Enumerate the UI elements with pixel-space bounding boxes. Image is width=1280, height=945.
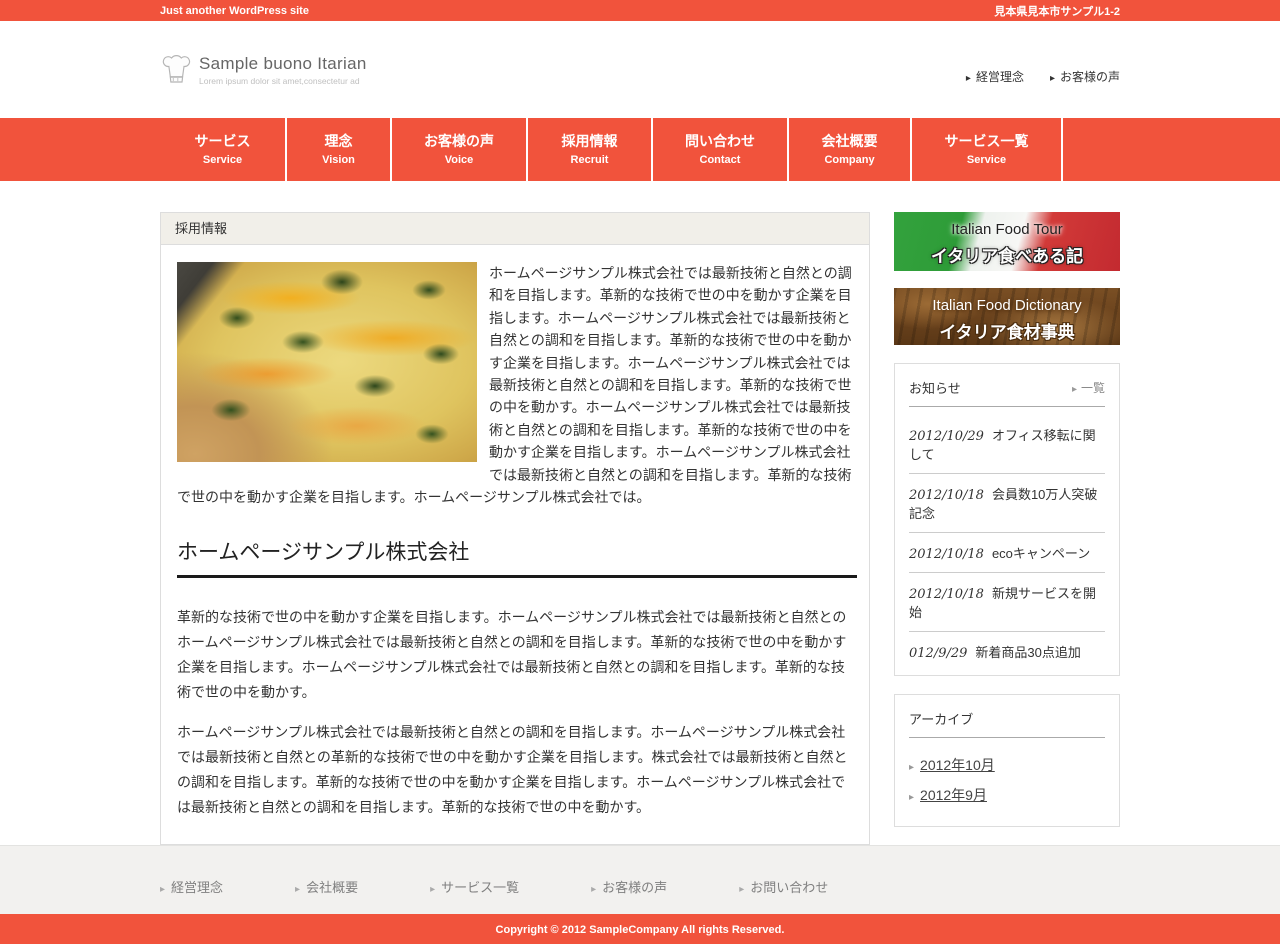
- nav-item-vision[interactable]: 理念 Vision: [287, 118, 392, 181]
- nav-item-recruit[interactable]: 採用情報 Recruit: [528, 118, 653, 181]
- nav-label-jp: お客様の声: [392, 131, 526, 151]
- news-text: ecoキャンペーン: [992, 546, 1090, 561]
- nav-label-en: Contact: [653, 154, 787, 166]
- banner-italian-food-dictionary[interactable]: Italian Food Dictionary イタリア食材事典: [894, 288, 1120, 345]
- header-link-vision[interactable]: ▸ 経営理念: [966, 68, 1024, 85]
- triangle-right-icon: ▸: [1050, 73, 1055, 84]
- banner-title-en: Italian Food Dictionary: [894, 297, 1120, 314]
- site-tagline: Lorem ipsum dolor sit amet,consectetur a…: [199, 76, 367, 86]
- triangle-right-icon: ▸: [295, 884, 300, 895]
- banner-title-jp: イタリア食材事典: [894, 318, 1120, 343]
- footer-nav: ▸ 経営理念 ▸ 会社概要 ▸ サービス一覧 ▸ お客様の声 ▸ お問い合わせ: [160, 846, 1120, 896]
- footer-link-label: 会社概要: [306, 880, 358, 895]
- footer-link-company[interactable]: ▸ 会社概要: [295, 877, 358, 896]
- news-date: 2012/10/18: [909, 547, 984, 562]
- body-paragraph-1: 革新的な技術で世の中を動かす企業を目指します。ホームページサンプル株式会社では最…: [177, 605, 857, 705]
- archive-title: アーカイブ: [909, 709, 973, 728]
- archive-link-2012-10[interactable]: 2012年10月: [920, 757, 995, 773]
- archive-item: ▸ 2012年9月: [909, 780, 1105, 810]
- news-date: 012/9/29: [909, 646, 967, 661]
- news-title: お知らせ: [909, 378, 961, 397]
- copyright-text: Copyright © 2012 SampleCompany All right…: [496, 924, 785, 936]
- nav-label-en: Service: [160, 154, 285, 166]
- triangle-right-icon: ▸: [1072, 384, 1077, 395]
- site-logo[interactable]: Sample buono Itarian Lorem ipsum dolor s…: [160, 53, 367, 87]
- page-title: 採用情報: [161, 213, 869, 245]
- news-date: 2012/10/18: [909, 488, 984, 503]
- nav-label-jp: 会社概要: [789, 131, 910, 151]
- news-item[interactable]: 2012/10/18会員数10万人突破記念: [909, 474, 1105, 533]
- news-box: お知らせ ▸ 一覧 2012/10/29オフィス移転に関して 2012/10/18…: [894, 363, 1120, 676]
- section-heading: ホームページサンプル株式会社: [177, 536, 857, 578]
- pizza-image: [177, 262, 477, 462]
- footer-link-voice[interactable]: ▸ お客様の声: [591, 877, 667, 896]
- sidebar: Italian Food Tour イタリア食べある記 Italian Food…: [894, 212, 1120, 845]
- nav-label-en: Vision: [287, 154, 390, 166]
- archive-link-2012-09[interactable]: 2012年9月: [920, 787, 987, 803]
- site-title: Sample buono Itarian: [199, 54, 367, 74]
- news-item[interactable]: 2012/10/18新規サービスを開始: [909, 573, 1105, 632]
- nav-label-jp: サービス: [160, 131, 285, 151]
- banner-italian-food-tour[interactable]: Italian Food Tour イタリア食べある記: [894, 212, 1120, 271]
- header-link-label: 経営理念: [976, 70, 1024, 84]
- archive-box: アーカイブ ▸ 2012年10月 ▸ 2012年9月: [894, 694, 1120, 827]
- main-content: 採用情報 ホームページサンプル株式会社では最新技術と自然との調和を目指します。革…: [160, 212, 870, 845]
- header-utility-nav: ▸ 経営理念 ▸ お客様の声: [966, 68, 1120, 85]
- nav-label-jp: サービス一覧: [912, 131, 1061, 151]
- site-footer: ▸ 経営理念 ▸ 会社概要 ▸ サービス一覧 ▸ お客様の声 ▸ お問い合わせ Copyr…: [0, 845, 1280, 944]
- footer-link-vision[interactable]: ▸ 経営理念: [160, 877, 223, 896]
- footer-link-label: お客様の声: [602, 880, 667, 895]
- news-more-label: 一覧: [1081, 381, 1105, 395]
- header-link-label: お客様の声: [1060, 70, 1120, 84]
- triangle-right-icon: ▸: [430, 884, 435, 895]
- triangle-right-icon: ▸: [909, 792, 914, 803]
- main-nav: サービス Service 理念 Vision お客様の声 Voice 採用情報 Recr…: [0, 118, 1280, 181]
- copyright-bar: Copyright © 2012 SampleCompany All right…: [0, 914, 1280, 944]
- news-date: 2012/10/18: [909, 587, 984, 602]
- nav-label-en: Recruit: [528, 154, 651, 166]
- news-item[interactable]: 2012/10/18 ecoキャンペーン: [909, 533, 1105, 573]
- header-link-voice[interactable]: ▸ お客様の声: [1050, 68, 1120, 85]
- footer-link-contact[interactable]: ▸ お問い合わせ: [739, 877, 828, 896]
- banner-title-jp: イタリア食べある記: [894, 242, 1120, 267]
- nav-item-company[interactable]: 会社概要 Company: [789, 118, 912, 181]
- nav-label-en: Service: [912, 154, 1061, 166]
- footer-link-label: お問い合わせ: [750, 880, 828, 895]
- topbar-left-text: Just another WordPress site: [160, 5, 309, 17]
- nav-label-jp: 採用情報: [528, 131, 651, 151]
- body-paragraph-2: ホームページサンプル株式会社では最新技術と自然との調和を目指します。ホームページ…: [177, 720, 857, 820]
- banner-title-en: Italian Food Tour: [894, 221, 1120, 238]
- nav-item-contact[interactable]: 問い合わせ Contact: [653, 118, 789, 181]
- nav-item-voice[interactable]: お客様の声 Voice: [392, 118, 528, 181]
- triangle-right-icon: ▸: [739, 884, 744, 895]
- news-item[interactable]: 012/9/29 新着商品30点追加: [909, 632, 1105, 671]
- triangle-right-icon: ▸: [909, 762, 914, 773]
- nav-label-jp: 理念: [287, 131, 390, 151]
- top-bar: Just another WordPress site 見本県見本市サンプル1-…: [0, 0, 1280, 21]
- footer-link-label: 経営理念: [171, 880, 223, 895]
- topbar-right-text: 見本県見本市サンプル1-2: [994, 3, 1120, 19]
- news-text: 新着商品30点追加: [975, 645, 1080, 660]
- triangle-right-icon: ▸: [966, 73, 971, 84]
- site-header: Sample buono Itarian Lorem ipsum dolor s…: [0, 21, 1280, 118]
- news-item[interactable]: 2012/10/29オフィス移転に関して: [909, 415, 1105, 474]
- footer-link-label: サービス一覧: [441, 880, 519, 895]
- news-date: 2012/10/29: [909, 429, 984, 444]
- triangle-right-icon: ▸: [591, 884, 596, 895]
- nav-item-service[interactable]: サービス Service: [160, 118, 287, 181]
- nav-label-en: Voice: [392, 154, 526, 166]
- archive-item: ▸ 2012年10月: [909, 750, 1105, 780]
- triangle-right-icon: ▸: [160, 884, 165, 895]
- nav-label-jp: 問い合わせ: [653, 131, 787, 151]
- footer-link-service-list[interactable]: ▸ サービス一覧: [430, 877, 519, 896]
- nav-item-service-list[interactable]: サービス一覧 Service: [912, 118, 1063, 181]
- news-more-link[interactable]: ▸ 一覧: [1072, 379, 1105, 396]
- chef-hat-icon: [160, 53, 192, 87]
- nav-label-en: Company: [789, 154, 910, 166]
